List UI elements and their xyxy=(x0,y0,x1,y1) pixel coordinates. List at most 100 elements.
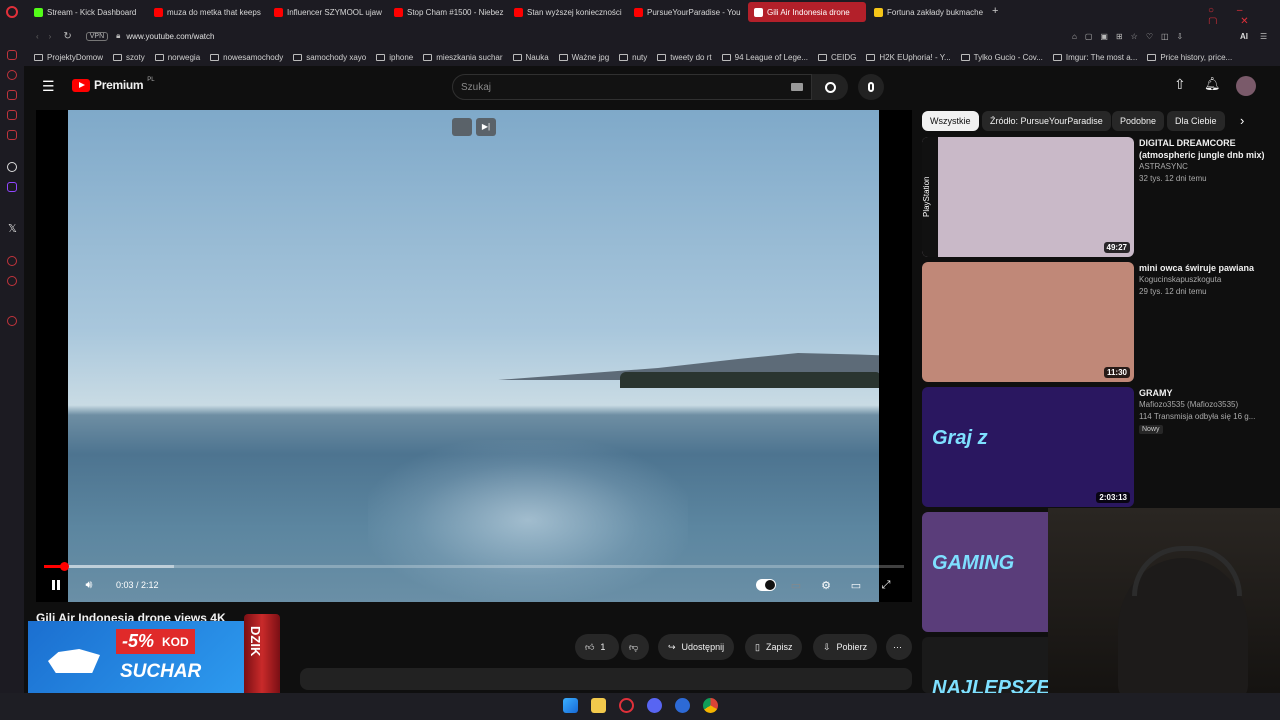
url-field[interactable]: www.youtube.com/watch xyxy=(126,32,214,41)
description-box[interactable] xyxy=(300,668,912,690)
subtitles-icon[interactable]: ▭ xyxy=(787,576,805,594)
browser-tab[interactable]: muza do metka that keeps xyxy=(148,0,266,24)
bookmark-item[interactable]: szoty xyxy=(113,53,145,62)
opera-taskbar-icon[interactable] xyxy=(619,698,634,713)
browser-tab[interactable]: Stan wyższej konieczności xyxy=(508,0,626,24)
filter-chip[interactable]: Wszystkie xyxy=(922,111,979,131)
back-icon[interactable]: ‹ xyxy=(36,32,39,41)
sidebar-twitch-icon[interactable] xyxy=(7,182,17,192)
sidebar-history-icon[interactable] xyxy=(7,70,17,80)
recommendation-thumbnail[interactable]: Graj z 2:03:13 xyxy=(922,387,1134,507)
start-button-icon[interactable] xyxy=(563,698,578,713)
search-button[interactable] xyxy=(812,74,848,100)
filter-chip[interactable]: Źródło: PursueYourParadise xyxy=(982,111,1111,131)
forward-icon[interactable]: › xyxy=(49,32,52,41)
save-button[interactable]: ▯ Zapisz xyxy=(745,634,803,660)
skip-ad-icon[interactable]: ▶| xyxy=(476,118,496,136)
vpn-badge[interactable]: VPN xyxy=(85,31,109,41)
recommendation-title[interactable]: GRAMY xyxy=(1139,387,1269,399)
app-taskbar-icon[interactable] xyxy=(675,698,690,713)
new-tab-button[interactable]: + xyxy=(992,5,998,17)
theater-mode-icon[interactable]: ▭ xyxy=(847,576,865,594)
bookmark-item[interactable]: Tylko Gucio - Cov... xyxy=(960,53,1043,62)
bookmark-icon: ▯ xyxy=(755,641,760,652)
recommendation-title[interactable]: mini owca świruje pawiana xyxy=(1139,262,1269,274)
browser-tab[interactable]: Stop Cham #1500 - Niebez xyxy=(388,0,506,24)
search-input[interactable]: Szukaj xyxy=(452,74,812,100)
filter-chip[interactable]: Podobne xyxy=(1112,111,1165,131)
recommendation-thumbnail[interactable]: PlayStation 49:27 xyxy=(922,137,1134,257)
bookmark-item[interactable]: nuty xyxy=(619,53,647,62)
settings-gear-icon[interactable]: ⚙︎ xyxy=(817,576,835,594)
download-button[interactable]: ⇩ Pobierz xyxy=(813,634,878,660)
hamburger-menu-icon[interactable]: ☰ xyxy=(42,78,55,95)
bookmark-label: Imgur: The most a... xyxy=(1065,52,1138,62)
bookmark-item[interactable]: Imgur: The most a... xyxy=(1052,52,1138,62)
browser-tab[interactable]: PursueYourParadise - You xyxy=(628,0,746,24)
youtube-logo[interactable]: Premium PL xyxy=(72,77,155,92)
progress-bar[interactable] xyxy=(44,562,904,571)
recommendation-item[interactable]: PlayStation 49:27 DIGITAL DREAMCORE (atmos… xyxy=(922,137,1272,257)
recommendation-channel[interactable]: Kogucinskapuszkoguta xyxy=(1139,275,1221,284)
bookmark-item[interactable]: 94 League of Lege... xyxy=(721,53,808,62)
recommendation-item[interactable]: Graj z 2:03:13 GRAMY Mafiozo3535 (Mafiozo35… xyxy=(922,387,1272,507)
more-actions-button[interactable]: ⋯ xyxy=(886,634,912,660)
toolbar-icons[interactable]: ⌂▢▣⊞☆♡◫⇩ xyxy=(1072,32,1191,41)
bookmark-item[interactable]: samochody xayo xyxy=(293,53,366,62)
recommendation-thumbnail[interactable]: 11:30 xyxy=(922,262,1134,382)
bookmark-item[interactable]: CEIDG xyxy=(818,53,856,62)
fullscreen-icon[interactable]: ⤢ xyxy=(877,576,895,594)
volume-button[interactable]: 🔊︎ xyxy=(80,576,98,594)
ai-button[interactable]: AI xyxy=(1240,32,1248,41)
sidebar-clock-icon[interactable] xyxy=(7,256,17,266)
chrome-taskbar-icon[interactable] xyxy=(703,698,718,713)
notifications-bell-icon[interactable]: 🔔︎ xyxy=(1204,76,1221,92)
keyboard-icon[interactable] xyxy=(791,83,803,91)
bookmark-item[interactable]: iphone xyxy=(376,53,413,62)
reload-icon[interactable]: ↻ xyxy=(63,31,71,42)
sidebar-chatgpt-icon[interactable] xyxy=(7,162,17,172)
browser-tab[interactable]: Influencer SZYMOOL ujaw xyxy=(268,0,386,24)
avatar[interactable] xyxy=(1236,76,1256,96)
filter-chip[interactable]: Dla Ciebie xyxy=(1167,111,1225,131)
opera-logo-icon[interactable] xyxy=(6,6,18,18)
file-explorer-icon[interactable] xyxy=(591,698,606,713)
dislike-button[interactable]: 👎︎ xyxy=(621,634,649,660)
upload-icon[interactable]: ⇧ xyxy=(1174,76,1186,93)
sidebar-x-icon[interactable]: 𝕏 xyxy=(8,222,17,235)
bookmark-item[interactable]: mieszkania suchar xyxy=(423,53,503,62)
autoplay-toggle[interactable] xyxy=(756,579,776,591)
browser-tab[interactable]: Stream - Kick Dashboard xyxy=(28,0,146,24)
video-frame[interactable]: ▶| xyxy=(68,110,879,602)
browser-tab[interactable]: Fortuna zakłady bukmache xyxy=(868,0,986,24)
pause-button[interactable] xyxy=(47,576,65,594)
recommendation-title[interactable]: DIGITAL DREAMCORE (atmospheric jungle dn… xyxy=(1139,137,1269,161)
sidebar-messenger-icon[interactable] xyxy=(7,50,17,60)
sidebar-wallet-icon[interactable] xyxy=(7,110,17,120)
sidebar-shopping-icon[interactable] xyxy=(7,90,17,100)
menu-icon[interactable]: ☰ xyxy=(1260,32,1267,41)
chips-next-arrow-icon[interactable]: › xyxy=(1240,113,1244,128)
sidebar-download-icon[interactable] xyxy=(7,276,17,286)
voice-search-button[interactable] xyxy=(858,74,884,100)
bookmark-item[interactable]: tweety do rt xyxy=(657,53,712,62)
bookmark-item[interactable]: Ważne jpg xyxy=(558,53,609,62)
bookmark-item[interactable]: norwegia xyxy=(154,53,200,62)
recommendation-channel[interactable]: ASTRASYNC xyxy=(1139,162,1188,171)
sidebar-music-icon[interactable] xyxy=(7,130,17,140)
discord-taskbar-icon[interactable] xyxy=(647,698,662,713)
bookmark-item[interactable]: ProjektyDomow xyxy=(34,53,103,62)
video-player[interactable]: ▶| xyxy=(36,110,912,602)
bookmark-item[interactable]: Price history, price... xyxy=(1147,53,1232,62)
like-button[interactable]: 👍︎ 1 xyxy=(575,634,619,660)
miniplayer-icon[interactable] xyxy=(452,118,472,136)
progress-scrubber[interactable] xyxy=(59,562,69,571)
browser-tab[interactable]: Gili Air Indonesia drone xyxy=(748,2,866,22)
recommendation-channel[interactable]: Mafiozo3535 (Mafiozo3535) xyxy=(1139,400,1238,409)
recommendation-item[interactable]: 11:30 mini owca świruje pawiana Kogucinska… xyxy=(922,262,1272,382)
bookmark-item[interactable]: H2K EUphoria! - Y... xyxy=(866,53,951,62)
bookmark-item[interactable]: nowesamochody xyxy=(210,53,283,62)
sidebar-settings-icon[interactable] xyxy=(7,316,17,326)
bookmark-item[interactable]: Nauka xyxy=(512,53,549,62)
share-button[interactable]: ↪ Udostępnij xyxy=(658,634,735,660)
